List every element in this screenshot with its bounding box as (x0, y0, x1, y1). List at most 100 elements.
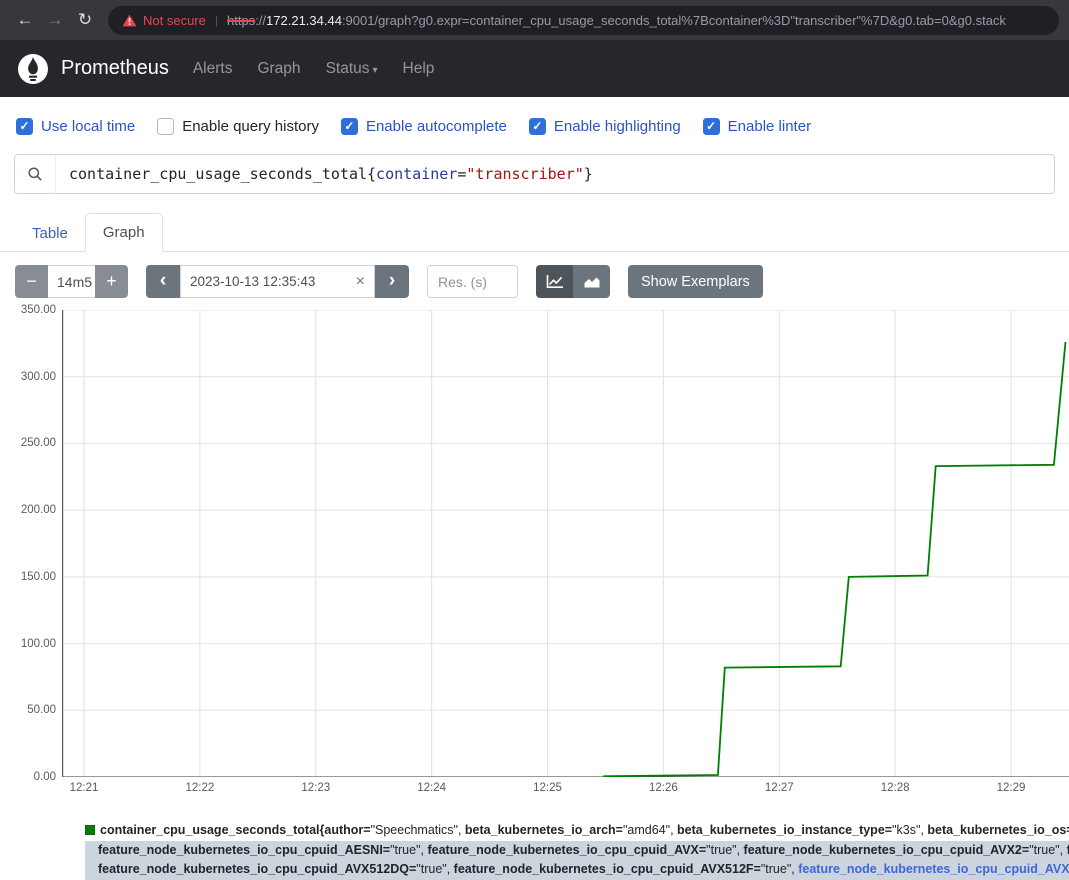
option-label: Enable autocomplete (366, 118, 507, 135)
legend-line[interactable]: feature_node_kubernetes_io_cpu_cpuid_AES… (85, 841, 1069, 861)
datetime-clear-icon[interactable]: × (356, 273, 365, 291)
not-secure-label: Not secure (143, 13, 206, 28)
x-tick-label: 12:24 (417, 782, 446, 794)
url-separator: :// (255, 13, 266, 28)
checkbox-checked-icon[interactable]: ✓ (529, 118, 546, 135)
y-tick-label: 0.00 (0, 771, 56, 783)
navbar-menu: Alerts Graph Status▾ Help (193, 60, 460, 78)
checkbox-checked-icon[interactable]: ✓ (16, 118, 33, 135)
resolution-input[interactable] (427, 265, 518, 298)
legend-token: beta_kubernetes_io_os= (927, 823, 1069, 837)
query-token: { (367, 165, 376, 183)
line-chart-toggle[interactable] (536, 265, 573, 298)
query-token: container_cpu_usage_seconds_total (69, 165, 367, 183)
x-tick-label: 12:29 (997, 782, 1026, 794)
option-label: Enable linter (728, 118, 811, 135)
query-prepend (15, 155, 56, 193)
query-input[interactable]: container_cpu_usage_seconds_total{contai… (56, 155, 1054, 193)
option-label: Enable highlighting (554, 118, 681, 135)
browser-reload-button[interactable]: ↻ (70, 5, 100, 35)
chart-type-toggle (536, 265, 610, 298)
address-bar[interactable]: Not secure | https://172.21.34.44:9001/g… (108, 6, 1059, 35)
datetime-value: 2023-10-13 12:35:43 (190, 274, 356, 289)
nav-item-help[interactable]: Help (403, 60, 435, 78)
option-label: Use local time (41, 118, 135, 135)
y-tick-label: 200.00 (0, 504, 56, 516)
duration-decrease-button[interactable]: − (15, 265, 48, 298)
query-token: "transcriber" (466, 165, 583, 183)
cpu-usage-chart[interactable] (62, 310, 1069, 777)
query-bar: container_cpu_usage_seconds_total{contai… (14, 154, 1055, 194)
legend-line[interactable]: feature_node_kubernetes_io_cpu_cpuid_AVX… (85, 860, 1069, 880)
query-token: } (584, 165, 593, 183)
prometheus-logo-icon[interactable] (17, 53, 49, 85)
stacked-chart-icon (583, 274, 601, 289)
x-tick-label: 12:21 (70, 782, 99, 794)
warning-icon (122, 14, 137, 27)
legend-token: "Speechmatics", (371, 823, 465, 837)
browser-forward-button[interactable]: → (40, 5, 70, 35)
browser-toolbar: ← → ↻ Not secure | https://172.21.34.44:… (0, 0, 1069, 40)
duration-controls: − + (15, 265, 128, 298)
legend-token: container_cpu_usage_seconds_total{author… (100, 823, 371, 837)
tab-graph[interactable]: Graph (85, 213, 163, 252)
nav-item-alerts[interactable]: Alerts (193, 60, 233, 78)
stacked-chart-toggle[interactable] (573, 265, 610, 298)
url-divider: | (215, 13, 218, 27)
y-tick-label: 350.00 (0, 304, 56, 316)
legend-token: "true", (706, 843, 743, 857)
legend-token: feature_node_kubernetes_io_cpu_cpuid_AVX… (427, 843, 706, 857)
y-tick-label: 300.00 (0, 371, 56, 383)
option-enable-linter[interactable]: ✓ Enable linter (703, 118, 811, 135)
url-scheme: https (227, 13, 255, 28)
legend: container_cpu_usage_seconds_total{author… (85, 821, 1069, 880)
option-enable-autocomplete[interactable]: ✓ Enable autocomplete (341, 118, 507, 135)
x-tick-label: 12:23 (301, 782, 330, 794)
legend-token: "k3s", (892, 823, 927, 837)
legend-token: feature_node_kubernetes_io_cpu_cpuid_AVX… (744, 843, 1030, 857)
datetime-input[interactable]: 2023-10-13 12:35:43 × (180, 265, 375, 298)
graph-controls: − + ‹ 2023-10-13 12:35:43 × › Show Exemp… (15, 265, 1069, 298)
legend-token: "true", (1029, 843, 1066, 857)
tabs-row: TableGraph (0, 213, 1069, 252)
legend-token: feature_node_kubernetes_io_cpu_cpuid_AVX… (798, 862, 1069, 876)
tab-table[interactable]: Table (15, 215, 85, 252)
legend-token: "true", (416, 862, 453, 876)
legend-token: "true", (761, 862, 798, 876)
legend-token: "true", (390, 843, 427, 857)
checkbox-checked-icon[interactable]: ✓ (703, 118, 720, 135)
x-tick-label: 12:25 (533, 782, 562, 794)
y-tick-label: 250.00 (0, 437, 56, 449)
browser-back-button[interactable]: ← (10, 5, 40, 35)
query-token: = (457, 165, 466, 183)
nav-item-status[interactable]: Status▾ (326, 60, 378, 78)
prometheus-navbar: Prometheus Alerts Graph Status▾ Help (0, 40, 1069, 97)
duration-increase-button[interactable]: + (95, 265, 128, 298)
legend-token: beta_kubernetes_io_arch= (465, 823, 623, 837)
option-enable-query-history[interactable]: Enable query history (157, 118, 319, 135)
options-bar: ✓ Use local time Enable query history ✓ Enab… (0, 97, 1069, 135)
series-swatch[interactable] (85, 825, 95, 835)
legend-token: feature_node_kubernetes_io_cpu_cpuid_AES… (98, 843, 390, 857)
datetime-prev-button[interactable]: ‹ (146, 265, 180, 298)
checkbox-unchecked-icon[interactable] (157, 118, 174, 135)
datetime-next-button[interactable]: › (375, 265, 409, 298)
checkbox-checked-icon[interactable]: ✓ (341, 118, 358, 135)
y-tick-label: 50.00 (0, 704, 56, 716)
y-tick-label: 100.00 (0, 638, 56, 650)
duration-input[interactable] (48, 265, 95, 298)
brand-title[interactable]: Prometheus (61, 57, 169, 80)
query-token: container (376, 165, 457, 183)
url-text: https://172.21.34.44:9001/graph?g0.expr=… (227, 13, 1006, 28)
option-enable-highlighting[interactable]: ✓ Enable highlighting (529, 118, 681, 135)
option-use-local-time[interactable]: ✓ Use local time (16, 118, 135, 135)
legend-token: feature_node_kubernetes_io_cpu_cpuid_AVX… (454, 862, 761, 876)
legend-token: beta_kubernetes_io_instance_type= (677, 823, 892, 837)
legend-token: feature_node_kubernetes_io_cpu_cpuid_AVX… (98, 862, 416, 876)
nav-item-graph[interactable]: Graph (257, 60, 300, 78)
chevron-down-icon: ▾ (373, 65, 378, 76)
show-exemplars-button[interactable]: Show Exemplars (628, 265, 763, 298)
option-label: Enable query history (182, 118, 319, 135)
graph-panel: 0.0050.00100.00150.00200.00250.00300.003… (0, 310, 1069, 807)
legend-line[interactable]: container_cpu_usage_seconds_total{author… (85, 821, 1069, 841)
